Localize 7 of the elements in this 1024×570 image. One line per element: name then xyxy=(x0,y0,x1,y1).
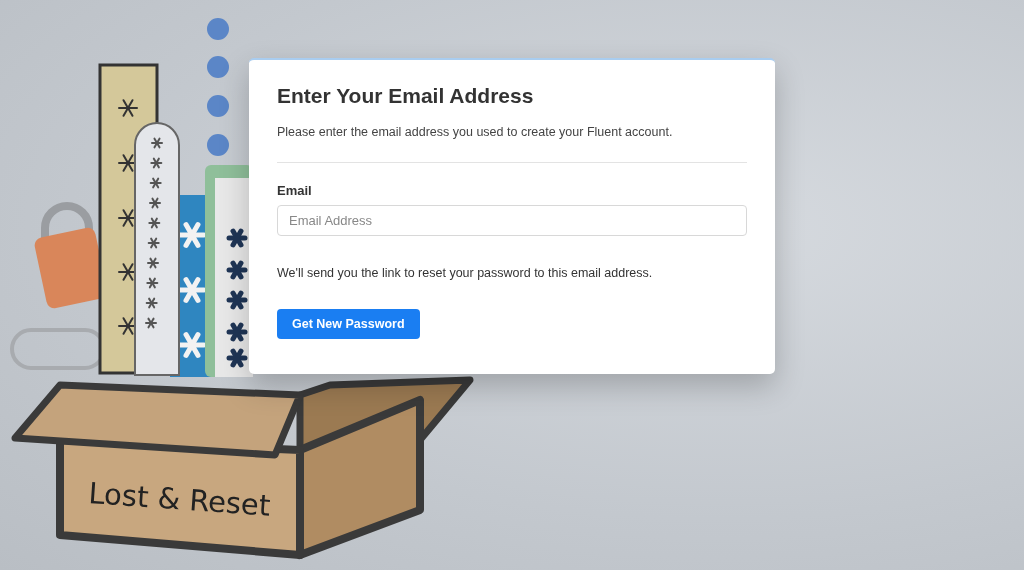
info-text: We'll send you the link to reset your password to this email address. xyxy=(277,265,654,281)
card-title: Enter Your Email Address xyxy=(277,83,535,109)
intro-text: Please enter the email address you used to create your Fluent account. xyxy=(277,124,674,140)
email-input[interactable]: Email Address xyxy=(277,205,747,236)
get-password-button[interactable]: Get New Password xyxy=(277,309,420,339)
box-label: Lost & Reset xyxy=(87,476,272,523)
email-label: Email xyxy=(277,183,312,199)
